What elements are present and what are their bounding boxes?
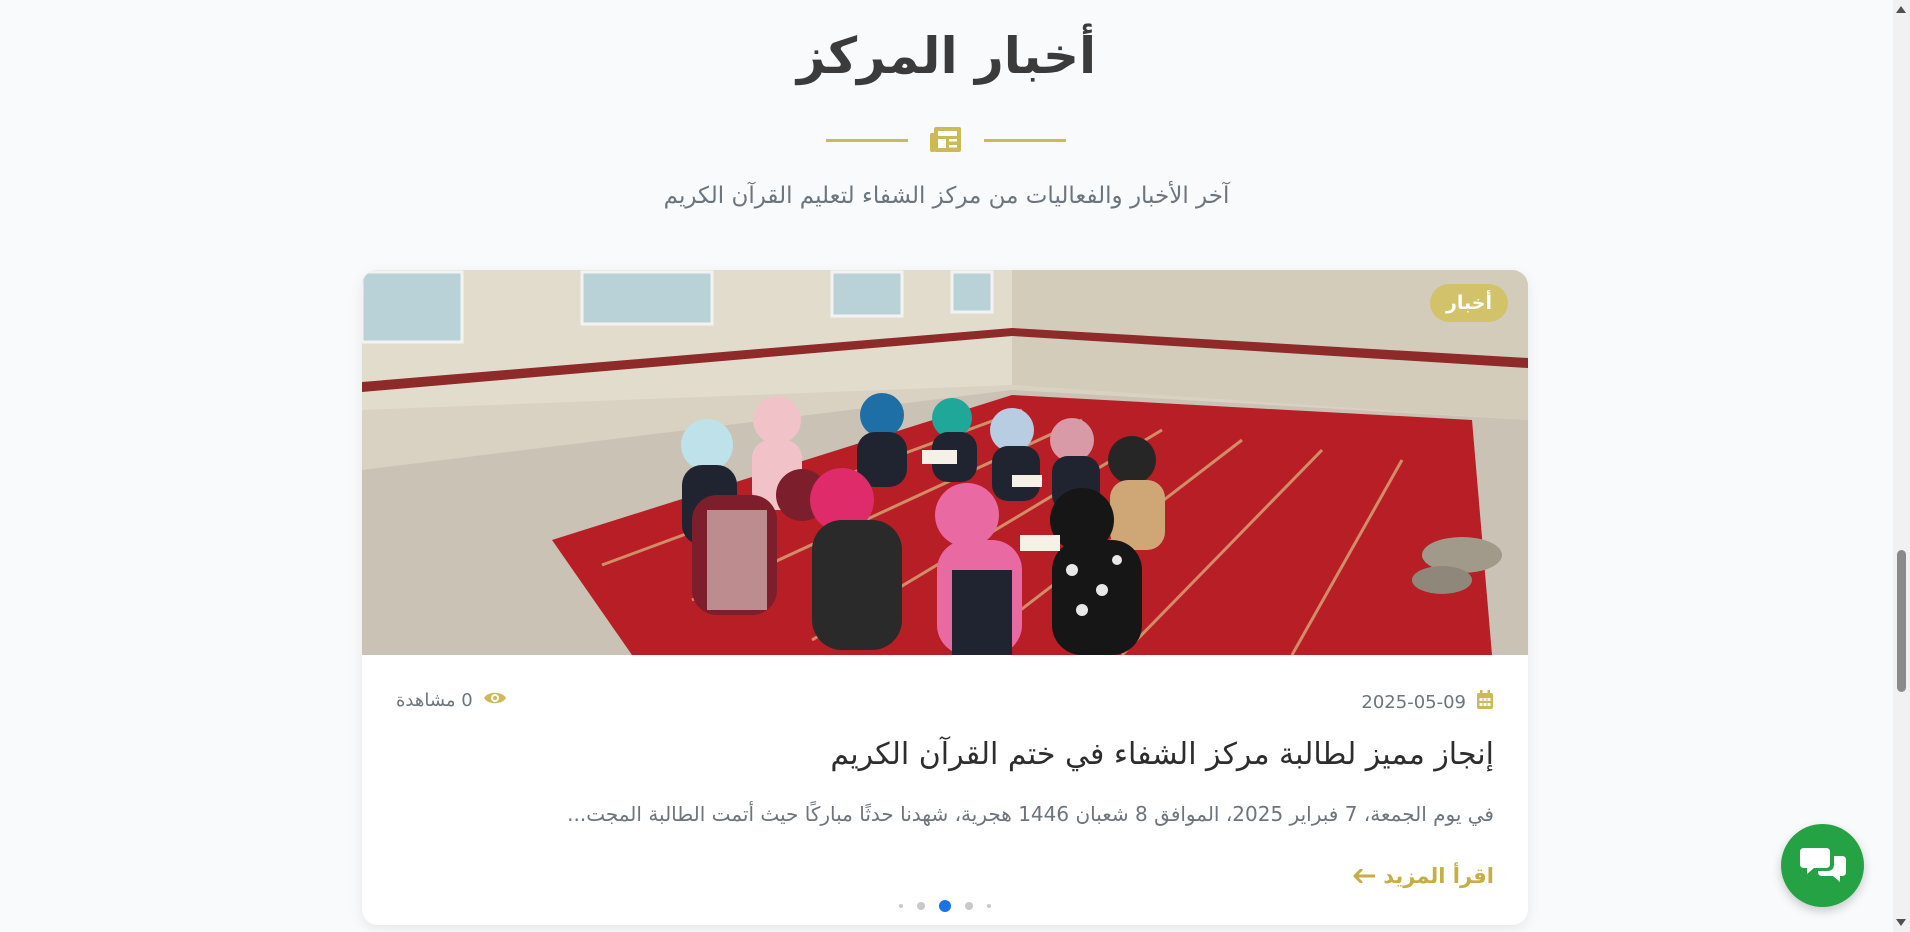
arrow-left-icon xyxy=(1353,856,1376,896)
carousel-dot[interactable] xyxy=(917,902,925,910)
newspaper-icon xyxy=(928,124,964,156)
carousel-dots xyxy=(362,900,1528,912)
divider-line xyxy=(984,138,1066,142)
carousel-dot[interactable] xyxy=(987,904,991,908)
category-badge[interactable]: أخبار xyxy=(1429,284,1508,322)
scrollbar-thumb[interactable] xyxy=(1897,550,1906,692)
eye-icon xyxy=(483,690,507,711)
scroll-up-arrow[interactable] xyxy=(1896,6,1906,13)
title-divider xyxy=(826,120,1066,160)
news-card: أخبار 2025-05-09 0 مشاهدة إنجاز مميز لطا… xyxy=(362,270,1528,925)
carousel-dot-active[interactable] xyxy=(939,900,951,912)
calendar-icon xyxy=(1476,690,1494,715)
news-title[interactable]: إنجاز مميز لطالبة مركز الشفاء في ختم الق… xyxy=(830,730,1494,780)
views-text: 0 مشاهدة xyxy=(396,690,473,711)
news-date: 2025-05-09 xyxy=(1361,690,1494,715)
read-more-label: اقرأ المزيد xyxy=(1383,864,1494,888)
news-excerpt: في يوم الجمعة، 7 فبراير 2025، الموافق 8 … xyxy=(567,802,1494,826)
news-views: 0 مشاهدة xyxy=(396,690,507,711)
divider-line xyxy=(826,138,908,142)
comments-icon xyxy=(1799,844,1846,888)
scroll-down-arrow[interactable] xyxy=(1896,919,1906,926)
carousel-dot[interactable] xyxy=(965,902,973,910)
read-more-link[interactable]: اقرأ المزيد xyxy=(1353,856,1494,896)
section-subtitle: آخر الأخبار والفعاليات من مركز الشفاء لت… xyxy=(663,183,1230,209)
page: أخبار المركز آخر الأخبار والفعاليات من م… xyxy=(0,0,1893,932)
section-title: أخبار المركز xyxy=(796,27,1097,85)
date-text: 2025-05-09 xyxy=(1361,692,1466,713)
carousel-dot[interactable] xyxy=(899,904,903,908)
news-photo[interactable]: أخبار xyxy=(362,270,1528,655)
chat-button[interactable] xyxy=(1781,824,1864,907)
page-scrollbar[interactable] xyxy=(1893,0,1910,932)
